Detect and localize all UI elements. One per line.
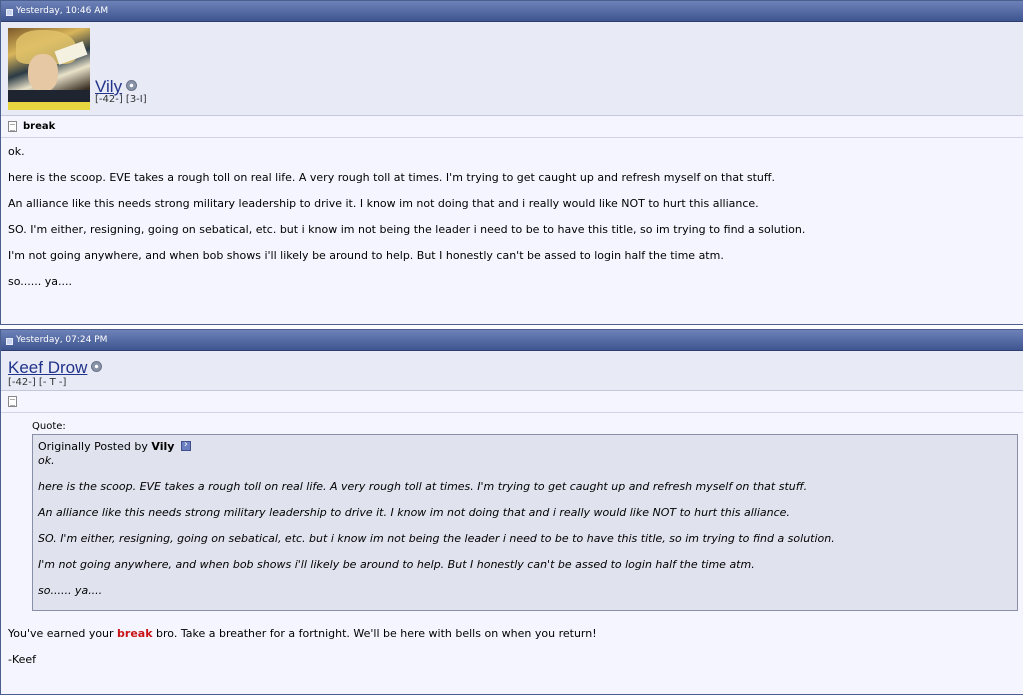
post-title-bar [1, 391, 1023, 413]
post-vily: Yesterday, 10:46 AM Vily [-42-] [3-I] br… [0, 0, 1023, 325]
offline-status-icon [91, 361, 103, 373]
user-info: Keef Drow [-42-] [- T -] [1, 351, 1023, 391]
quote-line: SO. I'm either, resigning, going on seba… [38, 532, 835, 545]
post-line: SO. I'm either, resigning, going on seba… [8, 223, 806, 236]
quote-line: An alliance like this needs strong milit… [38, 506, 790, 519]
offline-status-icon [126, 80, 138, 92]
avatar [8, 28, 90, 110]
post-line: here is the scoop. EVE takes a rough tol… [8, 171, 775, 184]
post-keef-drow: Yesterday, 07:24 PM Keef Drow [-42-] [- … [0, 329, 1023, 695]
post-line: so...... ya.... [8, 275, 72, 288]
post-timestamp: Yesterday, 10:46 AM [16, 5, 109, 16]
post-document-icon [8, 121, 17, 132]
signoff: -Keef [8, 653, 37, 666]
post-title-bar: break [1, 116, 1023, 138]
post-icon [6, 8, 13, 16]
post-line: ok. [8, 145, 25, 158]
username-link[interactable]: Keef Drow [8, 358, 103, 378]
quote-author: Vily [151, 440, 175, 453]
post-line: An alliance like this needs strong milit… [8, 197, 759, 210]
quote-line: here is the scoop. EVE takes a rough tol… [38, 480, 808, 493]
post-timestamp: Yesterday, 07:24 PM [16, 334, 108, 345]
post-header: Yesterday, 07:24 PM [1, 330, 1023, 351]
user-info: Vily [-42-] [3-I] [1, 22, 1023, 116]
quote-line: so...... ya.... [38, 584, 103, 597]
quote-label: Quote: [32, 421, 66, 432]
quote-line: I'm not going anywhere, and when bob sho… [38, 558, 755, 571]
quote-attribution: Originally Posted by Vily [38, 439, 1012, 453]
post-line: I'm not going anywhere, and when bob sho… [8, 249, 724, 262]
user-title: [-42-] [- T -] [8, 377, 67, 388]
post-body: Quote: Originally Posted by Vily ok. her… [1, 413, 1023, 686]
post-document-icon [8, 396, 17, 407]
post-header: Yesterday, 10:46 AM [1, 1, 1023, 22]
user-title: [-42-] [3-I] [95, 94, 147, 105]
post-title: break [23, 121, 56, 132]
view-post-icon[interactable] [180, 439, 191, 451]
quote-line: ok. [38, 454, 55, 467]
post-body: ok. here is the scoop. EVE takes a rough… [1, 138, 1023, 308]
highlighted-word: break [117, 627, 153, 640]
post-icon [6, 337, 13, 345]
quote-box: Originally Posted by Vily ok. here is th… [32, 434, 1018, 611]
reply-text: You've earned your break bro. Take a bre… [8, 627, 597, 640]
